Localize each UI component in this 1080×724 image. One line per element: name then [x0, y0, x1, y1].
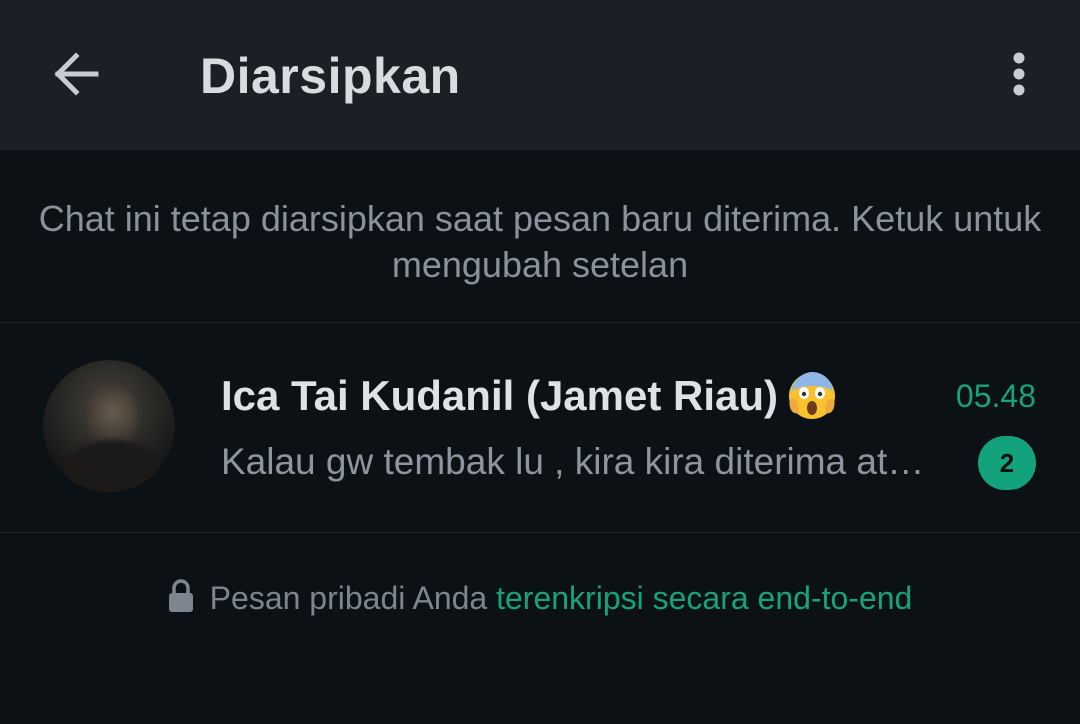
more-vertical-icon [1013, 52, 1025, 96]
arrow-back-icon [54, 52, 99, 96]
encryption-link[interactable]: terenkripsi secara end-to-end [496, 580, 912, 616]
unread-count-badge: 2 [978, 436, 1036, 490]
more-options-button[interactable] [994, 44, 1044, 104]
encryption-footer: Pesan pribadi Anda terenkripsi secara en… [0, 578, 1080, 618]
divider [0, 322, 1080, 323]
app-bar: Diarsipkan [0, 0, 1080, 150]
lock-icon [168, 579, 193, 612]
chat-name-text: Ica Tai Kudanil (Jamet Riau) [221, 372, 779, 419]
back-button[interactable] [40, 42, 112, 106]
chat-list-item[interactable]: Ica Tai Kudanil (Jamet Riau) 05.48 Kalau… [0, 326, 1080, 530]
chat-name: Ica Tai Kudanil (Jamet Riau) [221, 370, 838, 425]
chat-preview: Kalau gw tembak lu , kira kira diterima … [221, 441, 936, 482]
face-screaming-in-fear-emoji [789, 371, 836, 419]
avatar[interactable] [43, 360, 175, 492]
archive-settings-notice[interactable]: Chat ini tetap diarsipkan saat pesan bar… [30, 196, 1050, 288]
page-title: Diarsipkan [200, 48, 461, 104]
chat-timestamp: 05.48 [955, 378, 1036, 414]
divider [0, 532, 1080, 533]
archived-chats-screen: Diarsipkan Chat ini tetap diarsipkan saa… [0, 0, 1080, 724]
encryption-text: Pesan pribadi Anda [209, 580, 488, 616]
